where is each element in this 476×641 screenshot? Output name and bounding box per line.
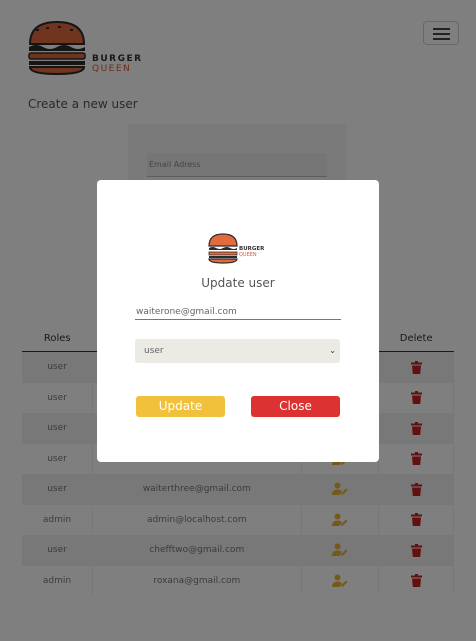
update-user-modal: BURGER QUEEN Update user user ⌄ Update C… (97, 180, 379, 462)
chevron-down-icon: ⌄ (329, 346, 336, 355)
role-select-value: user (144, 346, 164, 356)
role-select[interactable]: user ⌄ (135, 339, 340, 363)
update-button[interactable]: Update (136, 396, 225, 417)
modal-title: Update user (201, 276, 275, 290)
page: BURGER QUEEN Create a new user Email Adr… (0, 0, 476, 641)
email-input[interactable] (135, 304, 341, 320)
burger-logo-icon: BURGER QUEEN (208, 233, 265, 264)
modal-brand-line-2: QUEEN (239, 252, 257, 258)
close-button[interactable]: Close (251, 396, 340, 417)
